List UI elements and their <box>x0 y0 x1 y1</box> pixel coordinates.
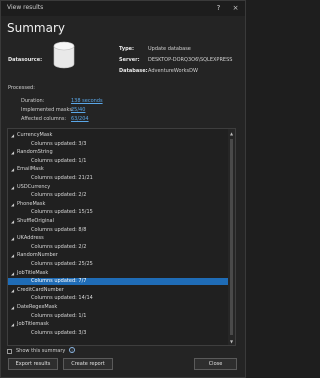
export-results-button[interactable]: Export results <box>8 358 58 370</box>
processed-label: Processed: <box>8 85 35 91</box>
tree-group-row[interactable]: ◢ USDCurrency <box>8 184 228 191</box>
columns-updated-text: Columns updated: 1/1 <box>31 312 87 319</box>
type-key: Type: <box>119 46 135 52</box>
tree-child-row[interactable]: Columns updated: 8/8 <box>8 227 228 234</box>
tree-child-row[interactable]: Columns updated: 14/14 <box>8 295 228 302</box>
datasource-label: Datasource: <box>8 57 43 63</box>
scroll-down-icon[interactable]: ▼ <box>229 339 234 344</box>
tree-child-row[interactable]: Columns updated: 3/3 <box>8 141 228 148</box>
columns-updated-text: Columns updated: 21/21 <box>31 175 93 181</box>
expand-triangle-icon[interactable]: ◢ <box>11 321 14 328</box>
columns-updated-text: Columns updated: 8/8 <box>31 226 87 233</box>
columns-updated-text: Columns updated: 7/7 <box>31 278 87 285</box>
mask-name: DateRegexMask <box>17 304 58 310</box>
scroll-thumb[interactable] <box>230 139 233 335</box>
expand-triangle-icon[interactable]: ◢ <box>11 287 14 294</box>
scroll-up-icon[interactable]: ▲ <box>229 131 234 136</box>
tree-group-row[interactable]: ◢ DateRegexMask <box>8 304 228 311</box>
server-key: Server: <box>119 57 140 63</box>
tree-group-row[interactable]: ◢ ShuffleOriginal <box>8 218 228 225</box>
help-button[interactable]: ? <box>213 3 224 14</box>
tree-child-row[interactable]: Columns updated: 2/2 <box>8 192 228 199</box>
tree-scrollbar[interactable]: ▲ ▼ <box>228 128 236 346</box>
results-tree[interactable]: ◢ CurrencyMask Columns updated: 3/3 ◢ Random… <box>7 128 234 346</box>
info-icon[interactable]: i <box>69 347 75 353</box>
tree-group-row[interactable]: ◢ RandomNumber <box>8 252 228 259</box>
duration-link[interactable]: 138 seconds <box>71 98 103 104</box>
tree-group-row[interactable]: ◢ PhoneMask <box>8 201 228 208</box>
expand-triangle-icon[interactable]: ◢ <box>11 218 14 225</box>
mask-name: EmailMask <box>17 166 44 173</box>
mask-name: CurrencyMask <box>17 132 53 138</box>
expand-triangle-icon[interactable]: ◢ <box>11 235 14 242</box>
type-value: Update database <box>148 46 191 52</box>
tree-child-row[interactable]: Columns updated: 25/25 <box>8 261 228 268</box>
expand-triangle-icon[interactable]: ◢ <box>11 184 14 191</box>
window-title: View results <box>7 4 44 11</box>
tree-group-row[interactable]: ◢ CurrencyMask <box>8 132 228 139</box>
expand-triangle-icon[interactable]: ◢ <box>11 201 14 208</box>
affected-columns-label: Affected columns: <box>21 116 67 122</box>
tree-child-row[interactable]: Columns updated: 3/3 <box>8 330 228 337</box>
columns-updated-text: Columns updated: 3/3 <box>31 329 87 336</box>
mask-name: UKAddress <box>17 235 44 242</box>
columns-updated-text: Columns updated: 2/2 <box>31 243 87 250</box>
expand-triangle-icon[interactable]: ◢ <box>11 304 14 311</box>
server-value: DESKTOP-DORQ3O6\SQLEXPRESS <box>148 57 233 63</box>
mask-name: JobTitlemask <box>17 321 49 328</box>
show-summary-label: Show this summary <box>16 348 66 354</box>
mask-name: USDCurrency <box>17 183 51 190</box>
tree-group-row[interactable]: ◢ RandomString <box>8 149 228 156</box>
expand-triangle-icon[interactable]: ◢ <box>11 252 14 259</box>
create-report-button[interactable]: Create report <box>63 358 113 370</box>
database-key: Database: <box>119 68 148 74</box>
tree-group-row[interactable]: ◢ JobTitlemask <box>8 321 228 328</box>
tree-child-row[interactable]: Columns updated: 15/15 <box>8 209 228 216</box>
columns-updated-text: Columns updated: 1/1 <box>31 157 87 164</box>
columns-updated-text: Columns updated: 3/3 <box>31 140 87 147</box>
expand-triangle-icon[interactable]: ◢ <box>11 270 14 277</box>
columns-updated-text: Columns updated: 14/14 <box>31 295 93 302</box>
mask-name: CreditCardNumber <box>17 286 64 293</box>
implemented-masks-link[interactable]: 25/40 <box>71 107 85 113</box>
mask-name: RandomString <box>17 149 53 156</box>
mask-name: JobTitleMask <box>17 269 49 276</box>
columns-updated-text: Columns updated: 25/25 <box>31 261 93 267</box>
database-icon <box>53 41 75 69</box>
expand-triangle-icon[interactable]: ◢ <box>11 149 14 156</box>
tree-group-row[interactable]: ◢ CreditCardNumber <box>8 287 228 294</box>
show-summary-checkbox[interactable] <box>7 349 12 354</box>
mask-name: RandomNumber <box>17 252 58 259</box>
expand-triangle-icon[interactable]: ◢ <box>11 132 14 139</box>
expand-triangle-icon[interactable]: ◢ <box>11 166 14 173</box>
title-bar: View results ? × <box>1 1 245 16</box>
database-value: AdventureWorksDW <box>148 68 198 74</box>
mask-name: PhoneMask <box>17 200 46 207</box>
page-title: Summary <box>7 21 65 35</box>
tree-group-row[interactable]: ◢ JobTitleMask <box>8 270 228 277</box>
view-results-window: View results ? × Summary Datasource: Typ… <box>0 0 246 378</box>
close-window-button[interactable]: × <box>230 3 241 14</box>
tree-child-row[interactable]: Columns updated: 1/1 <box>8 313 228 320</box>
columns-updated-text: Columns updated: 2/2 <box>31 192 87 199</box>
tree-child-row[interactable]: Columns updated: 1/1 <box>8 158 228 165</box>
close-button[interactable]: Close <box>194 358 237 370</box>
tree-group-row[interactable]: ◢ EmailMask <box>8 166 228 173</box>
implemented-masks-label: Implemented masks: <box>21 107 74 113</box>
columns-updated-text: Columns updated: 15/15 <box>31 209 93 216</box>
tree-group-row[interactable]: ◢ UKAddress <box>8 235 228 242</box>
tree-child-row[interactable]: Columns updated: 2/2 <box>8 244 228 251</box>
tree-child-row[interactable]: Columns updated: 7/7 <box>8 278 228 286</box>
affected-columns-link[interactable]: 63/204 <box>71 116 89 122</box>
tree-child-row[interactable]: Columns updated: 21/21 <box>8 175 228 182</box>
mask-name: ShuffleOriginal <box>17 218 54 224</box>
duration-label: Duration: <box>21 98 45 104</box>
